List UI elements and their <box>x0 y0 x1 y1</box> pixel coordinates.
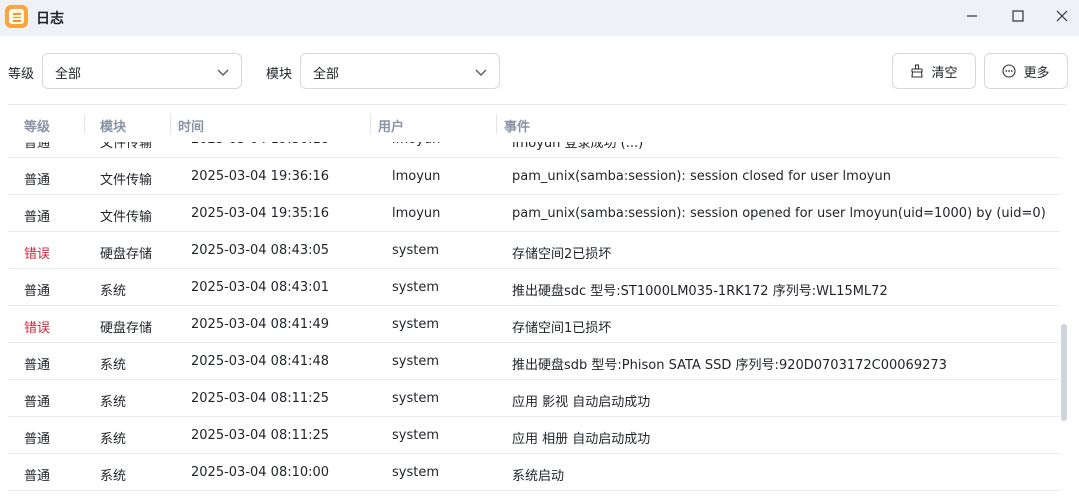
user-cell: lmoyun <box>392 142 440 147</box>
window-title: 日志 <box>36 11 64 27</box>
user-cell: system <box>392 465 439 480</box>
level-cell: 错误 <box>24 321 51 336</box>
column-separator <box>370 114 371 134</box>
level-cell: 普通 <box>24 284 51 299</box>
column-header-time[interactable]: 时间 <box>178 116 204 135</box>
module-select[interactable]: 全部 <box>300 53 500 89</box>
column-header-event[interactable]: 事件 <box>504 116 530 135</box>
event-cell: pam_unix(samba:session): session closed … <box>512 169 891 184</box>
more-button[interactable]: 更多 <box>984 53 1068 89</box>
time-cell: 2025-03-04 19:36:18 <box>191 142 329 147</box>
broom-icon <box>911 64 924 78</box>
table-row[interactable]: 普通 系统 2025-03-04 08:11:25 system 应用 影视 自动启动成… <box>8 380 1060 417</box>
module-cell: 硬盘存储 <box>100 247 153 262</box>
user-cell: system <box>392 391 439 406</box>
time-cell: 2025-03-04 08:10:00 <box>191 465 330 480</box>
user-cell: system <box>392 428 439 443</box>
clear-button[interactable]: 清空 <box>892 53 976 89</box>
module-select-value: 全部 <box>313 67 340 82</box>
time-cell: 2025-03-04 08:41:48 <box>191 354 330 369</box>
time-cell: 2025-03-04 08:11:25 <box>191 391 330 406</box>
table-row[interactable]: 普通 文件传输 2025-03-04 19:36:18 lmoyun lmoyun 登录… <box>8 142 1060 158</box>
level-filter-label: 等级 <box>8 67 35 82</box>
event-cell: 存储空间1已损坏 <box>512 321 612 336</box>
time-cell: 2025-03-04 19:35:16 <box>191 206 330 221</box>
log-app-icon <box>5 5 28 28</box>
level-select-value: 全部 <box>55 67 82 82</box>
minimize-icon <box>967 15 977 17</box>
user-cell: system <box>392 280 439 295</box>
level-cell: 普通 <box>24 173 51 188</box>
module-cell: 系统 <box>100 395 127 410</box>
level-cell: 普通 <box>24 142 51 151</box>
toolbar-divider <box>8 104 1066 105</box>
scrollbar-thumb[interactable] <box>1061 324 1067 421</box>
close-icon <box>1056 10 1068 22</box>
log-rows: 普通文件传输2025-03-04 19:36:18lmoyunlmoyun 登录… <box>8 142 1060 491</box>
time-cell: 2025-03-04 08:43:01 <box>191 280 330 295</box>
chevron-down-icon <box>217 69 229 77</box>
user-cell: lmoyun <box>392 206 441 221</box>
table-row[interactable]: 普通 系统 2025-03-04 08:43:01 system 推出硬盘sdc 型号:… <box>8 269 1060 306</box>
event-cell: 应用 相册 自动启动成功 <box>512 432 651 447</box>
clear-button-label: 清空 <box>931 65 958 81</box>
scrollbar-track[interactable] <box>1060 106 1074 501</box>
column-separator <box>84 114 85 134</box>
event-cell: lmoyun 登录成功 (...) <box>512 142 644 151</box>
user-cell: system <box>392 354 439 369</box>
table-row[interactable]: 普通 系统 2025-03-04 08:41:48 system 推出硬盘sdb 型号:… <box>8 343 1060 380</box>
column-header-level[interactable]: 等级 <box>24 116 50 135</box>
user-cell: system <box>392 243 439 258</box>
table-row[interactable]: 普通 系统 2025-03-04 08:11:25 system 应用 相册 自动启动成… <box>8 417 1060 454</box>
table-row[interactable]: 普通 文件传输 2025-03-04 19:36:16 lmoyun pam_unix(… <box>8 158 1060 195</box>
module-cell: 文件传输 <box>100 173 153 188</box>
column-header-module[interactable]: 模块 <box>100 116 126 135</box>
time-cell: 2025-03-04 19:36:16 <box>191 169 330 184</box>
level-cell: 普通 <box>24 432 51 447</box>
chevron-down-icon <box>475 69 487 77</box>
event-cell: 应用 影视 自动启动成功 <box>512 395 651 410</box>
level-cell: 普通 <box>24 395 51 410</box>
table-row[interactable]: 普通 系统 2025-03-04 08:10:00 system 系统启动 <box>8 454 1060 491</box>
more-circle-icon <box>1002 64 1017 78</box>
level-cell: 普通 <box>24 469 51 484</box>
minimize-button[interactable] <box>950 0 994 32</box>
module-cell: 系统 <box>100 469 127 484</box>
log-table-body[interactable]: 普通文件传输2025-03-04 19:36:18lmoyunlmoyun 登录… <box>8 142 1060 501</box>
event-cell: 存储空间2已损坏 <box>512 247 612 262</box>
level-cell: 普通 <box>24 358 51 373</box>
user-cell: lmoyun <box>392 169 441 184</box>
level-cell: 错误 <box>24 247 51 262</box>
event-cell: pam_unix(samba:session): session opened … <box>512 206 1046 221</box>
module-cell: 系统 <box>100 284 127 299</box>
time-cell: 2025-03-04 08:41:49 <box>191 317 330 332</box>
maximize-icon <box>1012 10 1024 22</box>
more-button-label: 更多 <box>1023 65 1050 81</box>
table-header: 等级 模块 时间 用户 事件 <box>8 106 1060 142</box>
close-button[interactable] <box>1040 0 1079 32</box>
column-separator <box>496 114 497 134</box>
time-cell: 2025-03-04 08:11:25 <box>191 428 330 443</box>
title-bar: 日志 <box>0 0 1079 36</box>
time-cell: 2025-03-04 08:43:05 <box>191 243 330 258</box>
module-cell: 系统 <box>100 432 127 447</box>
table-row[interactable]: 普通 文件传输 2025-03-04 19:35:16 lmoyun pam_unix(… <box>8 195 1060 232</box>
event-cell: 推出硬盘sdb 型号:Phison SATA SSD 序列号:920D07031… <box>512 358 947 373</box>
module-cell: 文件传输 <box>100 142 153 151</box>
table-row[interactable]: 错误 硬盘存储 2025-03-04 08:43:05 system 存储空间2已损坏 <box>8 232 1060 269</box>
event-cell: 推出硬盘sdc 型号:ST1000LM035-1RK172 序列号:WL15ML… <box>512 284 888 299</box>
user-cell: system <box>392 317 439 332</box>
module-filter-label: 模块 <box>266 67 293 82</box>
table-row[interactable]: 错误 硬盘存储 2025-03-04 08:41:49 system 存储空间1已损坏 <box>8 306 1060 343</box>
maximize-button[interactable] <box>996 0 1040 32</box>
column-header-user[interactable]: 用户 <box>378 116 404 135</box>
event-cell: 系统启动 <box>512 469 565 484</box>
column-separator <box>170 114 171 134</box>
level-cell: 普通 <box>24 210 51 225</box>
module-cell: 硬盘存储 <box>100 321 153 336</box>
module-cell: 文件传输 <box>100 210 153 225</box>
module-cell: 系统 <box>100 358 127 373</box>
level-select[interactable]: 全部 <box>42 53 242 89</box>
